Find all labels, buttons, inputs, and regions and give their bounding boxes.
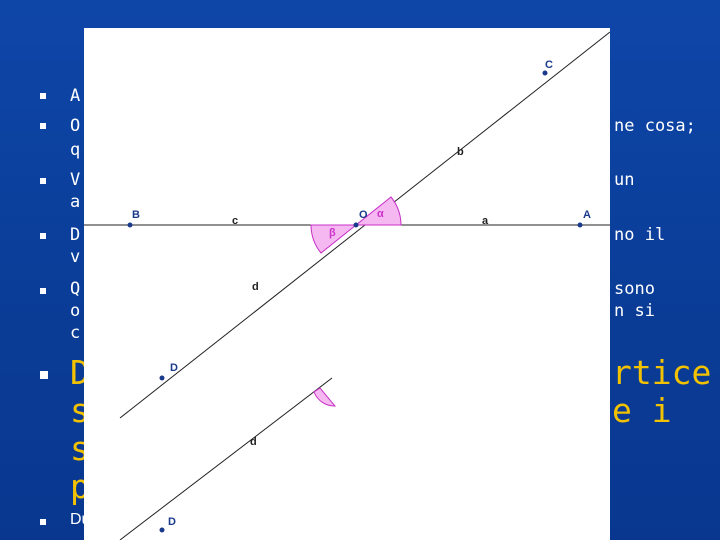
highlight-line-end: rtice bbox=[612, 353, 712, 392]
bullet-line: D bbox=[70, 225, 81, 245]
point-b bbox=[127, 222, 133, 228]
point-d-lower bbox=[159, 527, 165, 533]
bullet-marker bbox=[40, 178, 46, 184]
bullet-line-end: ne cosa; bbox=[614, 116, 696, 136]
bullet-line: V bbox=[70, 170, 81, 190]
bullet-line-end: sono bbox=[614, 279, 655, 299]
bullet-line: a bbox=[70, 192, 81, 212]
bullet-marker bbox=[40, 123, 46, 129]
label-beta: β bbox=[329, 227, 336, 239]
label-o: O bbox=[359, 209, 368, 221]
label-alpha: α bbox=[377, 208, 384, 220]
point-d bbox=[159, 375, 165, 381]
bullet-line: q bbox=[70, 140, 81, 160]
bullet-marker bbox=[40, 288, 46, 294]
point-o bbox=[353, 222, 359, 228]
label-segment-d: d bbox=[252, 281, 259, 293]
geometry-figure: C O B A D D a b c d d α β bbox=[84, 28, 610, 540]
bullet-marker bbox=[40, 233, 46, 239]
bullet-line: O bbox=[70, 116, 81, 136]
angle-lower-arc bbox=[313, 387, 337, 407]
label-b: B bbox=[132, 209, 140, 221]
label-segment-d-lower: d bbox=[250, 436, 257, 448]
label-d: D bbox=[170, 362, 178, 374]
label-segment-c: c bbox=[232, 215, 238, 227]
bullet-marker bbox=[40, 371, 48, 379]
bullet-line: v bbox=[70, 247, 81, 267]
label-segment-a: a bbox=[482, 215, 489, 227]
bullet-line: A bbox=[70, 86, 81, 106]
bullet-marker bbox=[40, 93, 46, 99]
point-c bbox=[542, 70, 548, 76]
label-a: A bbox=[583, 209, 591, 221]
highlight-line-end: e i bbox=[612, 391, 672, 430]
bullet-marker bbox=[40, 519, 46, 525]
bullet-line: c bbox=[70, 323, 81, 343]
geometry-drawing: C O B A D D a b c d d α β bbox=[84, 31, 610, 540]
bullet-line-end: no il bbox=[614, 225, 666, 245]
line-d-lower bbox=[119, 377, 333, 540]
bullet-line: Q bbox=[70, 279, 81, 299]
point-a bbox=[577, 222, 583, 228]
label-d-lower: D bbox=[168, 516, 176, 528]
bullet-line-end: un bbox=[614, 170, 635, 190]
bullet-line: o bbox=[70, 301, 81, 321]
label-segment-b: b bbox=[457, 146, 464, 158]
label-c: C bbox=[545, 59, 553, 71]
bullet-line-end: n si bbox=[614, 301, 655, 321]
